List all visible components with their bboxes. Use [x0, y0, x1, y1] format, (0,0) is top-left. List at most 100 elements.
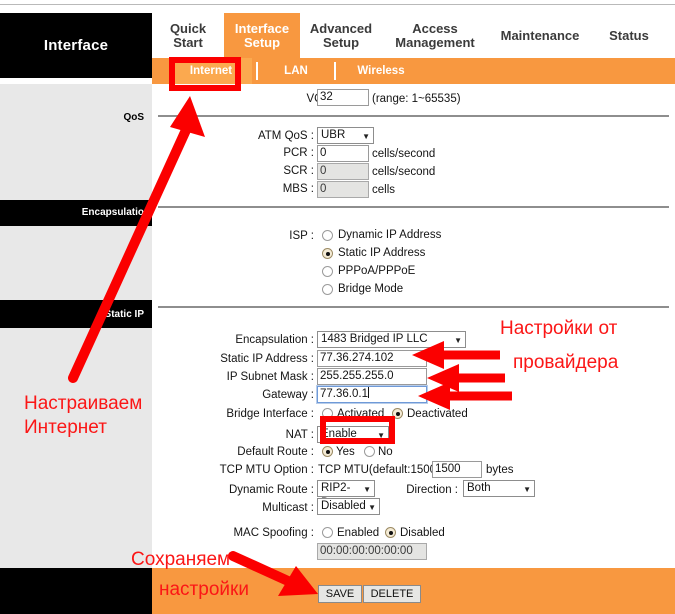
subtab-lan[interactable]: LAN	[262, 58, 330, 84]
bridge-label-activated: Activated	[337, 408, 385, 420]
mac-spoofing-label: MAC Spoofing :	[233, 527, 314, 539]
default-route-label-no: No	[378, 446, 393, 458]
mbs-input[interactable]: 0	[317, 181, 369, 198]
tcp-mtu-input[interactable]: 1500	[432, 461, 482, 478]
tcp-mtu-caption: TCP MTU(default:1500)	[318, 464, 440, 476]
isp-radio-static-ip[interactable]	[322, 248, 333, 259]
direction-label: Direction :	[406, 484, 458, 496]
sidebar-item-qos: QoS	[123, 112, 144, 123]
dynamic-route-select[interactable]: RIP2-B ▼	[317, 480, 375, 509]
gateway-label: Gateway :	[262, 389, 314, 401]
sidebar: QoS Encapsulatio Static IP	[0, 84, 152, 568]
static-ip-input[interactable]: 77.36.274.102	[317, 350, 427, 367]
tab-interface-setup-line1: Interface	[234, 20, 290, 36]
mac-spoofing-radio-enabled[interactable]	[322, 527, 333, 538]
nat-value: Enable	[321, 428, 357, 440]
tcp-mtu-unit: bytes	[486, 464, 514, 476]
subtab-internet[interactable]: Internet	[170, 58, 252, 84]
gateway-input[interactable]: 77.36.0.1	[316, 385, 428, 404]
multicast-value: Disabled	[321, 500, 366, 512]
tab-advanced-setup-line1: Advanced	[309, 20, 373, 36]
default-route-radio-no[interactable]	[364, 446, 375, 457]
static-ip-label: Static IP Address :	[220, 353, 314, 365]
default-route-label-yes: Yes	[336, 446, 355, 458]
dynamic-route-label: Dynamic Route :	[228, 484, 314, 496]
save-button[interactable]: SAVE	[318, 585, 362, 603]
tab-quick-start-line2: Start	[173, 34, 203, 50]
subtab-wireless-label: Wireless	[357, 65, 405, 77]
isp-radio-dynamic-ip[interactable]	[322, 230, 333, 241]
subtab-lan-label: LAN	[284, 65, 308, 77]
tcp-mtu-label: TCP MTU Option :	[219, 464, 314, 476]
mbs-label: MBS :	[282, 183, 314, 195]
atm-qos-select[interactable]: UBR ▼	[317, 127, 374, 144]
encapsulation-select[interactable]: 1483 Bridged IP LLC ▼	[317, 331, 466, 348]
chevron-down-icon: ▼	[363, 485, 371, 494]
sidebar-item-encapsulation: Encapsulatio	[81, 207, 144, 218]
tab-advanced-setup-line2: Setup	[322, 34, 360, 50]
atm-qos-label: ATM QoS :	[257, 130, 314, 142]
vci-label: VCI :	[212, 93, 332, 105]
bridge-radio-activated[interactable]	[322, 408, 333, 419]
pcr-label: PCR :	[283, 147, 314, 159]
scr-unit: cells/second	[372, 166, 436, 178]
tab-maintenance[interactable]: Maintenance	[488, 13, 592, 58]
subnet-mask-input[interactable]: 255.255.255.0	[317, 368, 427, 385]
isp-radio-bridge-mode[interactable]	[322, 284, 333, 295]
subtab-wireless[interactable]: Wireless	[340, 58, 422, 84]
bridge-label-deactivated: Deactivated	[407, 408, 468, 420]
tab-status[interactable]: Status	[592, 13, 666, 58]
tab-interface-setup[interactable]: Interface Setup	[224, 13, 300, 58]
settings-panel: VCI : 32 (range: 1~65535) ATM QoS : UBR …	[152, 84, 675, 568]
direction-value: Both	[467, 482, 491, 494]
footer-bar: SAVE DELETE	[152, 568, 675, 614]
tab-access-management-line2: Management	[395, 34, 475, 50]
delete-button[interactable]: DELETE	[363, 585, 421, 603]
page-title: Interface	[0, 13, 152, 78]
bridge-radio-deactivated[interactable]	[392, 408, 403, 419]
mac-spoofing-radio-disabled[interactable]	[385, 527, 396, 538]
isp-label: ISP :	[289, 230, 314, 242]
atm-qos-value: UBR	[321, 129, 346, 141]
chevron-down-icon: ▼	[377, 431, 385, 440]
vci-input[interactable]: 32	[317, 89, 369, 106]
page-title-text: Interface	[43, 37, 109, 54]
chevron-down-icon: ▼	[454, 336, 462, 345]
direction-select[interactable]: Both ▼	[463, 480, 535, 497]
multicast-label: Multicast :	[262, 502, 314, 514]
top-divider	[0, 4, 675, 5]
tab-access-management[interactable]: Access Management	[382, 13, 488, 58]
default-route-radio-yes[interactable]	[322, 446, 333, 457]
divider-2	[158, 206, 669, 208]
tab-status-label: Status	[609, 27, 649, 43]
subtab-divider-1	[256, 62, 258, 80]
nat-select[interactable]: Enable ▼	[317, 426, 389, 443]
encapsulation-value: 1483 Bridged IP LLC	[321, 333, 428, 345]
mbs-unit: cells	[372, 184, 396, 196]
isp-radio-pppoa-pppoe[interactable]	[322, 266, 333, 277]
chevron-down-icon: ▼	[368, 503, 376, 512]
tab-access-management-line1: Access	[412, 20, 458, 36]
sidebar-item-static-ip: Static IP	[104, 309, 144, 320]
default-route-label: Default Route :	[237, 446, 314, 458]
pcr-input[interactable]: 0	[317, 145, 369, 162]
tab-advanced-setup[interactable]: Advanced Setup	[300, 13, 382, 58]
divider-3	[158, 306, 669, 308]
isp-label-bridge-mode: Bridge Mode	[338, 283, 404, 295]
tab-maintenance-label: Maintenance	[500, 27, 580, 43]
tab-quick-start-line1: Quick	[169, 20, 207, 36]
gateway-value: 77.36.0.1	[320, 388, 368, 400]
multicast-select[interactable]: Disabled ▼	[317, 498, 380, 515]
scr-input[interactable]: 0	[317, 163, 369, 180]
tab-quick-start[interactable]: Quick Start	[152, 13, 224, 58]
scr-label: SCR :	[283, 165, 314, 177]
tab-interface-setup-line2: Setup	[243, 34, 281, 50]
footer-left-block	[0, 568, 152, 614]
text-caret	[367, 387, 369, 398]
vci-hint: (range: 1~65535)	[372, 93, 461, 105]
mac-address-input[interactable]: 00:00:00:00:00:00	[317, 543, 427, 560]
main-tab-bar: Quick Start Interface Setup Advanced Set…	[152, 13, 675, 58]
subnet-mask-label: IP Subnet Mask :	[226, 371, 314, 383]
chevron-down-icon: ▼	[523, 485, 531, 494]
chevron-down-icon: ▼	[362, 132, 370, 141]
